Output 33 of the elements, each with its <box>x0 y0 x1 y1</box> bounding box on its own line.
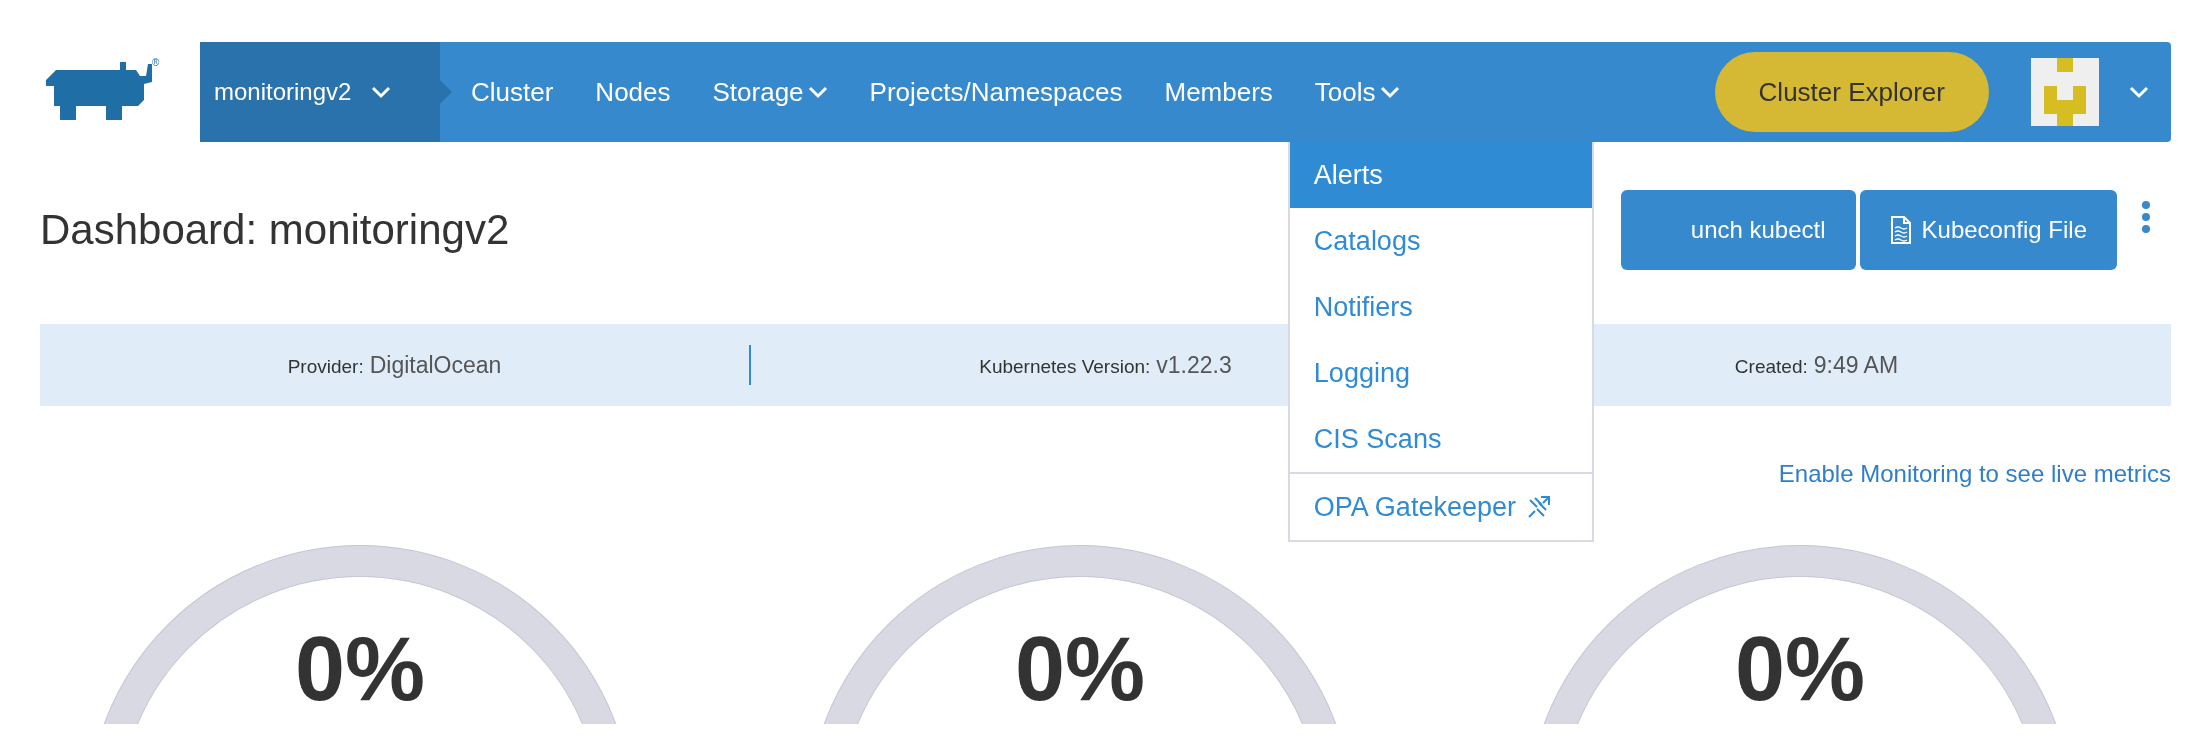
registered-mark: ® <box>152 58 160 68</box>
nav-item[interactable]: Projects/Namespaces <box>848 42 1144 142</box>
page-title: Dashboard: monitoringv2 <box>40 206 510 254</box>
kebab-icon <box>2141 200 2151 234</box>
cluster-explorer-button[interactable]: Cluster Explorer <box>1714 52 1989 132</box>
caret-icon <box>371 85 392 99</box>
gauge-value: 0% <box>294 624 426 714</box>
info-label: Kubernetes Version: <box>979 355 1151 378</box>
menu-item[interactable]: CIS Scans <box>1289 406 1592 472</box>
caret-icon <box>807 85 828 99</box>
caret-icon <box>2129 85 2149 99</box>
menu-item[interactable]: Notifiers <box>1289 274 1592 340</box>
menu-item[interactable]: OPA Gatekeeper <box>1289 472 1592 540</box>
info-value: DigitalOcean <box>369 351 502 379</box>
info-value: v1.22.3 <box>1156 351 1232 379</box>
nav-item[interactable]: Tools <box>1293 42 1421 142</box>
action-button[interactable]: Kubeconfig File <box>1859 190 2117 270</box>
menu-item[interactable]: Alerts <box>1289 142 1592 208</box>
nav-item[interactable]: Members <box>1143 42 1294 142</box>
nav-item[interactable]: Nodes <box>574 42 692 142</box>
menu-item[interactable]: Logging <box>1289 340 1592 406</box>
enable-monitoring-link[interactable]: Enable Monitoring to see live metrics <box>1778 460 2171 488</box>
nav-item[interactable]: Cluster <box>450 42 575 142</box>
nav-item[interactable]: Storage <box>691 42 849 142</box>
menu-item[interactable]: Catalogs <box>1289 208 1592 274</box>
gauge-value: 0% <box>1734 624 1866 714</box>
caret-icon <box>1379 85 1400 99</box>
info-label: Provider: <box>287 355 364 378</box>
gauge-value: 0% <box>1014 624 1146 714</box>
action-button[interactable]: unch kubectl <box>1620 190 1856 270</box>
file-icon <box>1889 215 1912 245</box>
info-value: 9:49 AM <box>1813 351 1899 379</box>
info-label: Created: <box>1734 355 1808 378</box>
